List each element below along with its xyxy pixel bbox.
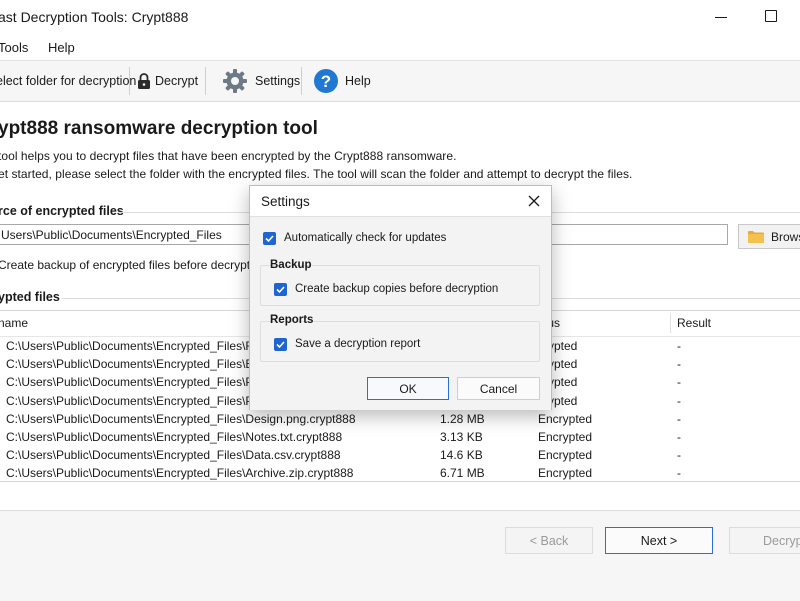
menu-bar: Tools Help (0, 36, 800, 60)
help-toolbar-label: Help (345, 74, 371, 88)
select-folder-button[interactable]: elect folder for decryption (0, 61, 136, 101)
file-status-cell: Encrypted (538, 466, 593, 481)
title-bar: ast Decryption Tools: Crypt888 (0, 0, 800, 34)
select-folder-label: elect folder for decryption (0, 74, 137, 88)
file-result-cell: - (677, 448, 681, 463)
table-row[interactable]: C:\Users\Public\Documents\Encrypted_File… (0, 410, 800, 428)
file-result-cell: - (677, 466, 681, 481)
decrypt-toolbar-button[interactable]: Decrypt (137, 61, 198, 101)
navigation-bar: < Back Next > Decryp (0, 510, 800, 601)
dialog-body: Automatically check for updates Backup C… (250, 216, 551, 410)
file-result-cell: - (677, 411, 681, 426)
file-size-cell: 14.6 KB (440, 448, 483, 463)
help-toolbar-button[interactable]: ? Help (313, 61, 371, 101)
file-status-cell: Encrypted (538, 430, 593, 444)
settings-toolbar-label: Settings (255, 74, 301, 88)
backup-copies-checkbox[interactable] (274, 283, 287, 296)
help-icon: ? (313, 68, 339, 94)
file-size-cell: 1.28 MB (440, 411, 485, 426)
file-name-cell: C:\Users\Public\Documents\Encrypted_File… (6, 339, 275, 353)
reports-group-title: Reports (270, 314, 314, 326)
browse-button[interactable]: Browse (738, 224, 800, 249)
backup-group-title: Backup (270, 259, 312, 271)
auto-update-checkbox[interactable] (263, 232, 276, 245)
table-row[interactable]: C:\Users\Public\Documents\Encrypted_File… (0, 428, 800, 446)
file-name-cell: C:\Users\Public\Documents\Encrypted_File… (6, 375, 277, 390)
next-button[interactable]: Next > (605, 527, 713, 554)
file-name-cell: C:\Users\Public\Documents\Encrypted_File… (6, 430, 343, 444)
window-title: ast Decryption Tools: Crypt888 (0, 9, 189, 25)
menu-tools[interactable]: Tools (0, 40, 28, 55)
gear-icon (222, 68, 248, 94)
toolbar-separator (301, 67, 302, 95)
column-divider (670, 313, 671, 333)
file-size-cell: 6.71 MB (440, 466, 485, 481)
ok-button[interactable]: OK (367, 377, 449, 400)
source-section-label: rce of encrypted files (0, 204, 124, 218)
file-size-cell: 3.13 KB (440, 430, 483, 444)
file-name-cell: C:\Users\Public\Documents\Encrypted_File… (6, 411, 356, 426)
file-name-cell: C:\Users\Public\Documents\Encrypted_File… (6, 357, 274, 372)
column-header-result[interactable]: Result (677, 316, 711, 330)
backup-copies-label: Create backup copies before decryption (295, 283, 499, 295)
settings-dialog: Settings Automatically check for updates… (249, 185, 552, 410)
save-report-checkbox[interactable] (274, 338, 287, 351)
file-name-cell: C:\Users\Public\Documents\Encrypted_File… (6, 448, 341, 463)
file-status-cell: Encrypted (538, 448, 593, 463)
file-result-cell: - (677, 430, 681, 444)
save-report-label: Save a decryption report (295, 338, 421, 350)
folder-icon (748, 230, 764, 243)
lock-icon (137, 72, 151, 90)
back-button[interactable]: < Back (505, 527, 593, 554)
file-result-cell: - (677, 339, 681, 353)
file-name-cell: C:\Users\Public\Documents\Encrypted_File… (6, 393, 271, 408)
menu-help[interactable]: Help (48, 40, 75, 55)
page-title: ypt888 ransomware decryption tool (0, 118, 318, 139)
toolbar-separator (129, 67, 130, 95)
maximize-button[interactable] (765, 10, 777, 22)
toolbar: elect folder for decryption Decrypt Sett… (0, 60, 800, 102)
file-result-cell: - (677, 393, 681, 408)
description-line-1: tool helps you to decrypt files that hav… (0, 149, 457, 163)
file-name-cell: C:\Users\Public\Documents\Encrypted_File… (6, 466, 354, 481)
decrypt-toolbar-label: Decrypt (155, 74, 199, 88)
backup-checkbox-label[interactable]: Create backup of encrypted files before … (0, 258, 266, 272)
auto-update-label: Automatically check for updates (284, 232, 447, 244)
table-row[interactable]: C:\Users\Public\Documents\Encrypted_File… (0, 446, 800, 464)
files-section-label: ypted files (0, 290, 60, 304)
toolbar-separator (205, 67, 206, 95)
browse-label: Browse (771, 229, 800, 244)
table-row[interactable]: C:\Users\Public\Documents\Encrypted_File… (0, 464, 800, 482)
file-status-cell: Encrypted (538, 411, 593, 426)
source-path-value: Users\Public\Documents\Encrypted_Files (1, 228, 222, 242)
dialog-title: Settings (261, 194, 310, 209)
file-result-cell: - (677, 375, 681, 390)
minimize-button[interactable] (713, 8, 729, 24)
cancel-button[interactable]: Cancel (457, 377, 540, 400)
file-result-cell: - (677, 357, 681, 372)
description-line-2: et started, please select the folder wit… (0, 167, 633, 181)
close-icon[interactable] (527, 194, 541, 208)
svg-text:?: ? (321, 72, 331, 91)
settings-toolbar-button[interactable]: Settings (222, 61, 300, 101)
column-header-name[interactable]: name (0, 316, 28, 330)
decrypt-button[interactable]: Decryp (729, 527, 800, 554)
